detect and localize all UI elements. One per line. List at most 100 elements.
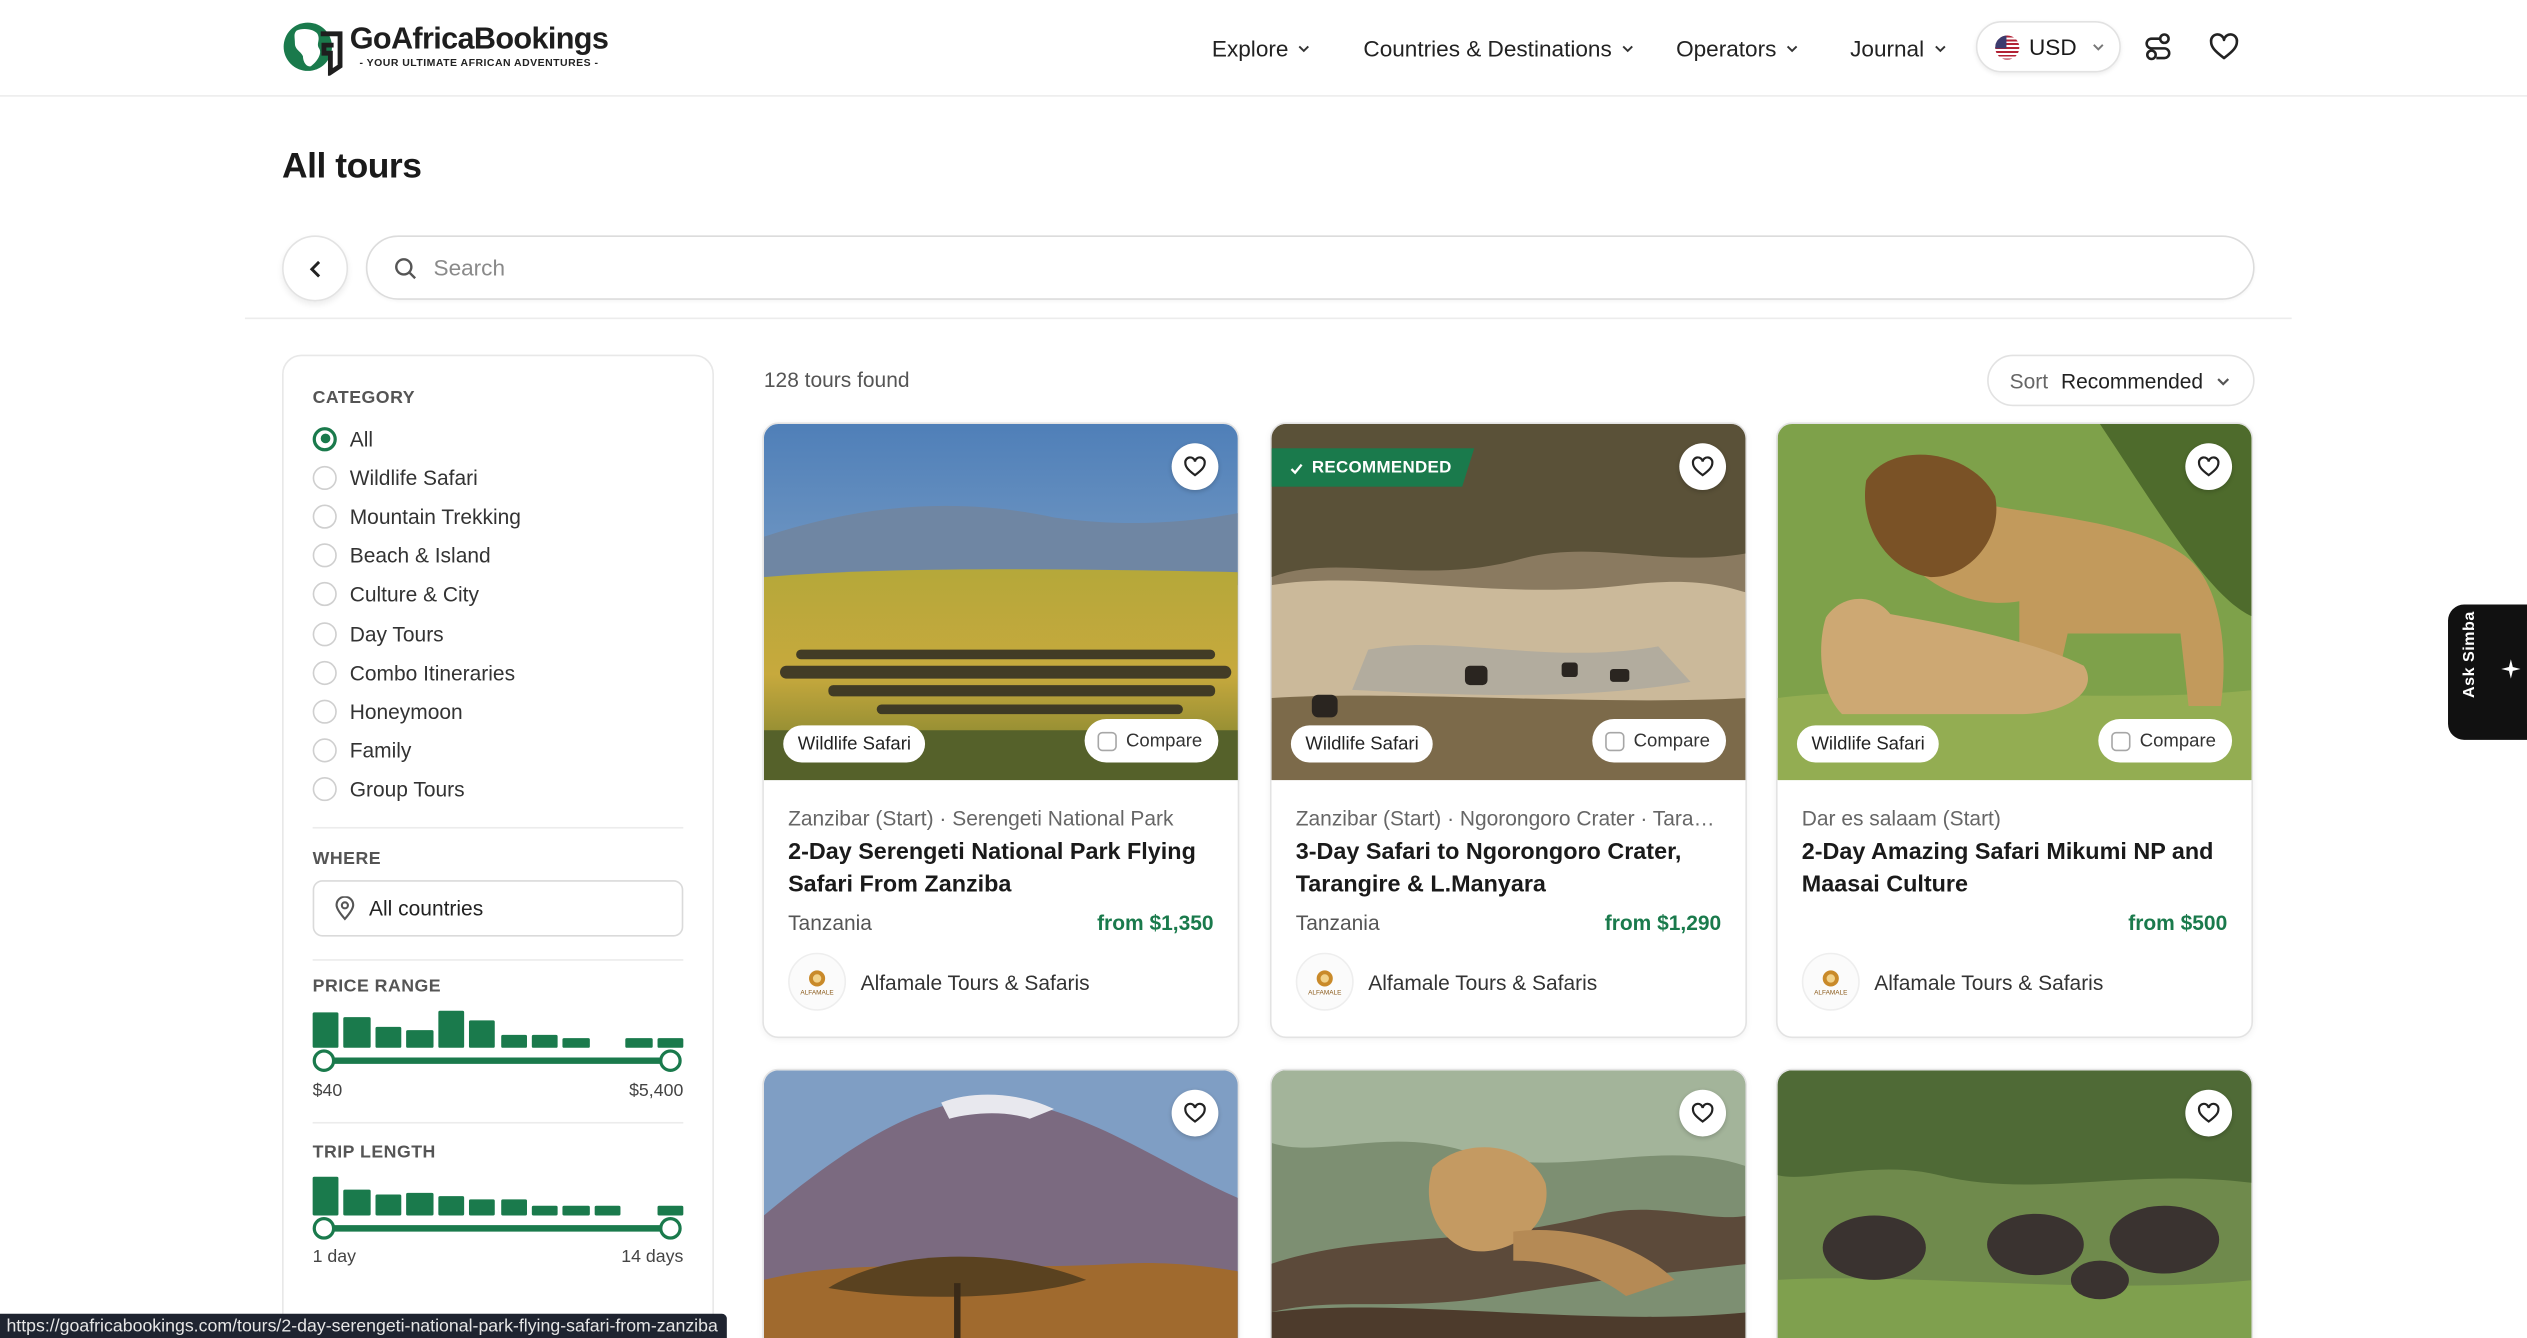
tour-price: from $1,350 [1097,910,1214,935]
page-root: GoAfricaBookings - YOUR ULTIMATE AFRICAN… [0,0,2527,1338]
favorite-button[interactable] [1679,1089,1727,1137]
tour-operator[interactable]: ALFAMALE Alfamale Tours & Safaris [1801,952,2103,1011]
price-slider-track[interactable] [322,1057,671,1064]
category-option-label: Mountain Trekking [349,504,521,529]
chevron-down-icon [1299,45,1310,53]
category-option-wildlife-safari[interactable]: Wildlife Safari [312,463,478,492]
country-select[interactable]: All countries [312,880,684,937]
checkbox-icon [1096,731,1117,751]
tour-title[interactable]: 3-Day Safari to Ngorongoro Crater, Taran… [1296,837,1734,901]
category-option-combo-itineraries[interactable]: Combo Itineraries [312,658,515,687]
trip-min-handle[interactable] [312,1217,336,1240]
trip-length-histogram-bar [562,1205,590,1216]
favorite-button[interactable] [1171,443,1219,491]
ask-simba-button[interactable]: Ask Simba [2448,604,2527,740]
tour-photo-buffalo[interactable] [1777,1070,2252,1338]
trip-length-histogram-bar [312,1176,340,1216]
trip-length-histogram-bar [531,1205,559,1216]
category-option-day-tours[interactable]: Day Tours [312,619,444,648]
radio-unchecked-icon[interactable] [312,543,337,568]
tour-photo-lioness-tree[interactable] [1271,1070,1746,1338]
tour-card[interactable] [1775,1068,2254,1338]
category-option-culture-city[interactable]: Culture & City [312,580,479,609]
price-min-handle[interactable] [312,1049,336,1072]
compare-route-icon[interactable] [2142,31,2174,63]
nav-operators[interactable]: Operators [1676,23,1799,75]
trip-length-slider-track[interactable] [322,1225,671,1232]
search-icon [395,257,416,279]
heart-icon [2197,456,2220,477]
radio-unchecked-icon[interactable] [312,777,337,802]
site-header: GoAfricaBookings - YOUR ULTIMATE AFRICAN… [0,0,2527,97]
price-max-handle[interactable] [659,1049,682,1072]
radio-unchecked-icon[interactable] [312,582,337,607]
category-option-group-tours[interactable]: Group Tours [312,775,465,804]
category-tag: Wildlife Safari [783,725,926,763]
radio-unchecked-icon[interactable] [312,465,337,490]
operator-logo: ALFAMALE [788,952,847,1011]
tour-photo-kilimanjaro[interactable] [763,1070,1238,1338]
tour-operator[interactable]: ALFAMALE Alfamale Tours & Safaris [1295,952,1597,1011]
price-histogram-bar [312,1012,340,1048]
radio-checked-icon[interactable] [312,426,337,451]
filter-divider [312,959,684,961]
wishlist-heart-icon[interactable] [2208,31,2240,63]
category-option-label: Wildlife Safari [349,465,478,490]
price-min-label: $40 [312,1081,343,1101]
price-histogram [312,1006,684,1048]
tour-card[interactable]: Wildlife Safari Compare Zanzibar (Start)… [762,422,1240,1039]
search-input[interactable] [433,254,2046,281]
nav-journal[interactable]: Journal [1850,23,1947,75]
checkmark-icon [1290,463,1303,474]
favorite-button[interactable] [2185,443,2233,491]
tour-title[interactable]: 2-Day Serengeti National Park Flying Saf… [788,837,1226,901]
favorite-button[interactable] [1679,443,1727,491]
price-histogram-bar [406,1030,433,1048]
location-pin-icon [335,896,355,921]
compare-checkbox[interactable]: Compare [2097,718,2233,763]
radio-unchecked-icon[interactable] [312,504,337,529]
compare-checkbox[interactable]: Compare [1591,718,1727,763]
chevron-left-icon [308,260,320,277]
trip-max-handle[interactable] [659,1217,682,1240]
category-option-label: Beach & Island [349,543,491,568]
favorite-button[interactable] [2185,1089,2233,1137]
radio-unchecked-icon[interactable] [312,660,337,685]
category-option-mountain-trekking[interactable]: Mountain Trekking [312,502,521,531]
price-histogram-bar [500,1034,527,1048]
category-option-label: Day Tours [349,621,444,646]
nav-explore[interactable]: Explore [1212,23,1311,75]
brand-name: GoAfricaBookings [349,21,609,56]
radio-unchecked-icon[interactable] [312,699,337,724]
trip-length-histogram [312,1174,684,1216]
category-option-honeymoon[interactable]: Honeymoon [312,697,463,726]
results-count: 128 tours found [763,367,910,392]
tour-card[interactable] [1269,1068,1747,1338]
back-button[interactable] [282,235,349,302]
compare-checkbox[interactable]: Compare [1084,718,1219,763]
sort-dropdown[interactable]: Sort Recommended [1987,354,2255,407]
tour-title[interactable]: 2-Day Amazing Safari Mikumi NP and Maasa… [1802,837,2240,901]
category-option-beach-island[interactable]: Beach & Island [312,541,491,570]
radio-unchecked-icon[interactable] [312,738,337,763]
brand-logo[interactable]: GoAfricaBookings - YOUR ULTIMATE AFRICAN… [282,18,609,78]
trip-length-histogram-bar [375,1194,402,1216]
tour-card[interactable]: RECOMMENDED Wildlife Safari Compare Zanz… [1269,422,1747,1039]
nav-countries-destinations[interactable]: Countries & Destinations [1363,23,1634,75]
recommended-badge: RECOMMENDED [1271,448,1475,487]
radio-unchecked-icon[interactable] [312,621,337,646]
tour-card[interactable] [762,1068,1240,1338]
trip-length-histogram-bar [406,1192,433,1216]
category-option-family[interactable]: Family [312,736,411,765]
filter-divider [312,1121,684,1124]
search-bar[interactable] [365,235,2255,300]
trip-length-histogram-bar [343,1190,371,1216]
trip-length-histogram-bar [656,1205,684,1216]
price-histogram-bar [437,1011,465,1048]
tour-price: from $1,290 [1604,910,1722,935]
tour-operator[interactable]: ALFAMALE Alfamale Tours & Safaris [788,952,1090,1011]
currency-selector[interactable]: USD [1975,20,2121,73]
favorite-button[interactable] [1171,1089,1219,1137]
tour-card[interactable]: Wildlife Safari Compare Dar es salaam (S… [1775,422,2254,1039]
category-option-all[interactable]: All [312,424,373,453]
